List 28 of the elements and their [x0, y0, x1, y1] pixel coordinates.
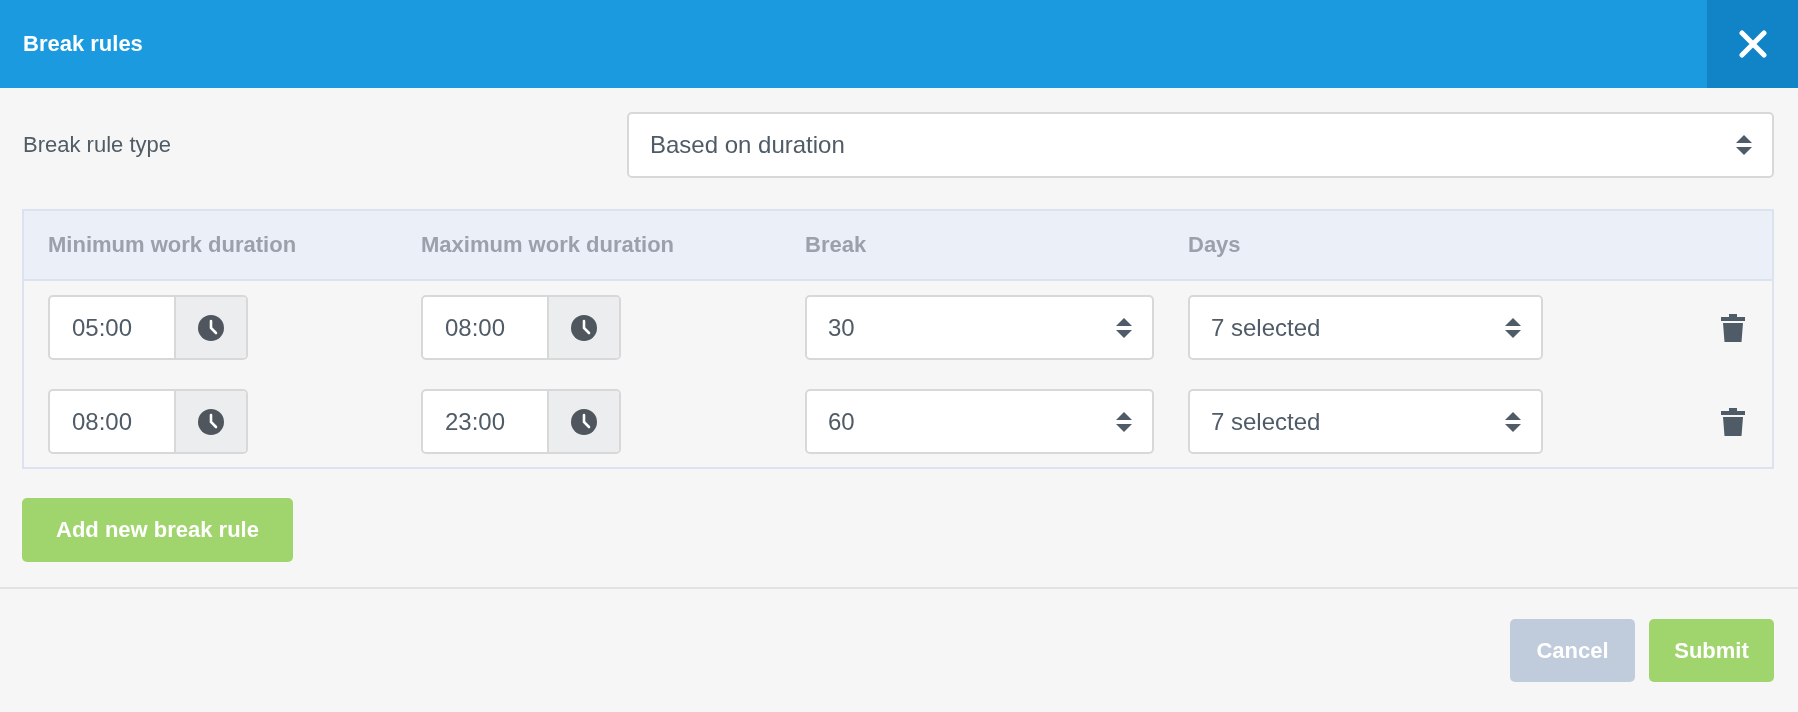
- clock-icon: [571, 408, 597, 435]
- column-header: Minimum work duration: [48, 232, 298, 258]
- clock-icon: [571, 314, 597, 341]
- time-input[interactable]: 08:00: [421, 295, 621, 360]
- field-label: Break rule type: [23, 132, 171, 158]
- break-select[interactable]: 60: [805, 389, 1154, 454]
- column-header: Break: [805, 232, 868, 258]
- column-header: Maximum work duration: [421, 232, 676, 258]
- rule-type-select[interactable]: Based on duration: [627, 112, 1774, 178]
- column-header: Days: [1188, 232, 1242, 258]
- time-input[interactable]: 05:00: [48, 295, 248, 360]
- close-button[interactable]: [1707, 0, 1798, 88]
- clock-icon: [198, 408, 224, 435]
- break-select[interactable]: 30: [805, 295, 1154, 360]
- spinner-icon: [1505, 317, 1521, 338]
- dialog-title: Break rules: [23, 31, 143, 57]
- clock-icon: [198, 314, 224, 341]
- trash-icon[interactable]: [1721, 407, 1745, 436]
- spinner-icon: [1736, 135, 1752, 155]
- time-input[interactable]: 23:00: [421, 389, 621, 454]
- days-select[interactable]: 7 selected: [1188, 295, 1543, 360]
- days-select[interactable]: 7 selected: [1188, 389, 1543, 454]
- spinner-icon: [1116, 411, 1132, 432]
- trash-icon[interactable]: [1721, 313, 1745, 342]
- spinner-icon: [1116, 317, 1132, 338]
- time-input[interactable]: 08:00: [48, 389, 248, 454]
- spinner-icon: [1505, 411, 1521, 432]
- close-icon: [1738, 30, 1767, 58]
